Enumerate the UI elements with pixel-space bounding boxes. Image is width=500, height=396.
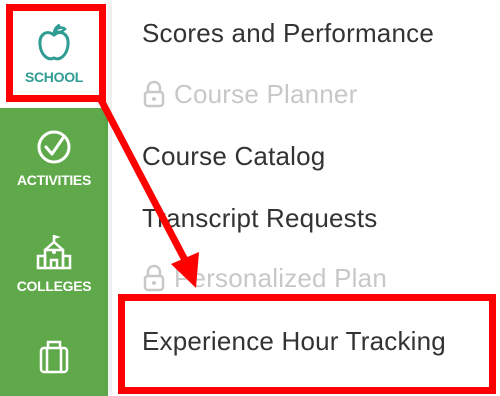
sidebar-item-label: SCHOOL	[24, 69, 84, 85]
menu-item-transcript-requests[interactable]: Transcript Requests	[142, 200, 490, 236]
menu-item-label: Scores and Performance	[142, 17, 434, 48]
lock-icon	[143, 80, 165, 108]
menu-item-course-planner: Course Planner	[142, 76, 490, 112]
check-circle-icon	[37, 130, 71, 164]
sidebar-item-career[interactable]	[0, 334, 108, 374]
menu-item-scores-and-performance[interactable]: Scores and Performance	[142, 15, 490, 51]
menu-item-label: Transcript Requests	[142, 202, 378, 233]
sidebar-item-label: COLLEGES	[16, 278, 92, 294]
apple-icon	[38, 23, 70, 61]
sidebar-item-colleges[interactable]: COLLEGES	[0, 232, 108, 294]
menu-item-label: Course Catalog	[142, 140, 326, 171]
sidebar-item-label: ACTIVITIES	[16, 172, 91, 188]
menu-item-experience-hour-tracking[interactable]: Experience Hour Tracking	[142, 323, 490, 359]
college-building-icon	[36, 235, 72, 270]
menu-item-personalized-plan: Personalized Plan	[142, 260, 490, 296]
sidebar: SCHOOL ACTIVITIES COLLEGES	[0, 0, 108, 396]
menu-item-label: Course Planner	[174, 78, 358, 109]
lock-icon	[143, 264, 165, 292]
menu-item-label: Personalized Plan	[174, 262, 387, 293]
sidebar-item-activities[interactable]: ACTIVITIES	[0, 128, 108, 188]
sidebar-item-school[interactable]: SCHOOL	[0, 0, 108, 108]
menu-item-label: Experience Hour Tracking	[142, 325, 446, 356]
school-dropdown-menu: Scores and Performance Course Planner Co…	[112, 0, 500, 396]
briefcase-icon	[39, 340, 69, 374]
menu-item-course-catalog[interactable]: Course Catalog	[142, 138, 490, 174]
